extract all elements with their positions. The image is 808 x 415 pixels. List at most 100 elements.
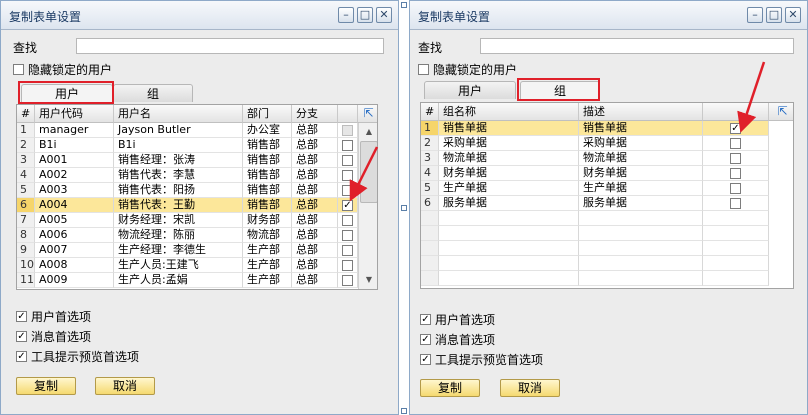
table-row[interactable]: 1 manager Jayson Butler 办公室 总部 (17, 123, 358, 138)
table-row[interactable]: 2 采购单据 采购单据 (421, 136, 769, 151)
table-row[interactable]: 9 A007 生产经理：李德生 生产部 总部 (17, 243, 358, 258)
select-cell[interactable]: ✓ (338, 198, 358, 213)
checkbox[interactable] (418, 64, 429, 75)
select-cell[interactable] (338, 243, 358, 258)
hide-locked-users-checkbox[interactable]: 隐藏锁定的用户 (418, 61, 517, 78)
option-message-preferences-checkbox[interactable]: ✓ 消息首选项 (420, 331, 495, 348)
table-row[interactable]: 10 A008 生产人员:王建飞 生产部 总部 (17, 258, 358, 273)
tab-users[interactable]: 用户 (424, 81, 516, 99)
option-user-preferences-checkbox[interactable]: ✓ 用户首选项 (420, 311, 495, 328)
checkbox[interactable] (13, 64, 24, 75)
checkbox[interactable] (342, 170, 353, 181)
table-row[interactable]: 5 A003 销售代表：阳扬 销售部 总部 (17, 183, 358, 198)
scroll-down-icon[interactable]: ▼ (359, 273, 377, 287)
table-row[interactable]: 11 A009 生产人员:孟娟 生产部 总部 (17, 273, 358, 288)
table-row[interactable]: 1 销售单据 销售单据 ✓ (421, 121, 769, 136)
select-cell[interactable] (703, 181, 769, 196)
table-row[interactable]: 2 B1i B1i 销售部 总部 (17, 138, 358, 153)
column-header-description[interactable]: 描述 (579, 103, 703, 121)
select-cell[interactable] (703, 166, 769, 181)
select-cell[interactable] (338, 153, 358, 168)
checked-checkbox[interactable]: ✓ (16, 311, 27, 322)
minimize-icon[interactable]: – (747, 7, 763, 23)
column-header-user-name[interactable]: 用户名 (114, 105, 243, 123)
select-cell[interactable] (703, 151, 769, 166)
checked-checkbox[interactable]: ✓ (420, 314, 431, 325)
expand-icon[interactable]: ⇱ (362, 107, 375, 120)
close-icon[interactable]: ✕ (785, 7, 801, 23)
minimize-icon[interactable]: – (338, 7, 354, 23)
table-row[interactable]: 6 服务单据 服务单据 (421, 196, 769, 211)
table-row[interactable]: 3 A001 销售经理：张涛 销售部 总部 (17, 153, 358, 168)
column-header-branch[interactable]: 分支 (292, 105, 338, 123)
checked-checkbox[interactable]: ✓ (420, 354, 431, 365)
table-row[interactable]: 7 A005 财务经理：宋凯 财务部 总部 (17, 213, 358, 228)
checkbox[interactable] (342, 215, 353, 226)
resize-handle[interactable] (401, 408, 407, 414)
tab-groups[interactable]: 组 (113, 84, 193, 102)
resize-handle[interactable] (401, 2, 407, 8)
search-input[interactable] (480, 38, 794, 54)
checkbox[interactable] (730, 183, 741, 194)
column-header-department[interactable]: 部门 (243, 105, 292, 123)
hide-locked-users-checkbox[interactable]: 隐藏锁定的用户 (13, 61, 112, 78)
select-cell[interactable] (338, 258, 358, 273)
checkbox[interactable] (342, 140, 353, 151)
select-cell[interactable] (338, 138, 358, 153)
select-cell[interactable] (338, 183, 358, 198)
checked-checkbox[interactable]: ✓ (420, 334, 431, 345)
table-row[interactable]: 8 A006 物流经理：陈丽 物流部 总部 (17, 228, 358, 243)
title-bar[interactable]: 复制表单设置 – □ ✕ (1, 1, 398, 30)
column-header-num[interactable]: # (17, 105, 35, 123)
checked-checkbox[interactable]: ✓ (342, 200, 353, 211)
table-row[interactable]: 4 A002 销售代表：李慧 销售部 总部 (17, 168, 358, 183)
option-tooltip-preview-preferences-checkbox[interactable]: ✓ 工具提示预览首选项 (420, 351, 543, 368)
checked-checkbox[interactable]: ✓ (730, 123, 741, 134)
checkbox[interactable] (342, 275, 353, 286)
table-row[interactable]: 3 物流单据 物流单据 (421, 151, 769, 166)
checkbox[interactable] (730, 153, 741, 164)
scroll-thumb[interactable] (360, 141, 377, 203)
close-icon[interactable]: ✕ (376, 7, 392, 23)
option-user-preferences-checkbox[interactable]: ✓ 用户首选项 (16, 308, 91, 325)
copy-button[interactable]: 复制 (16, 377, 76, 395)
resize-handle[interactable] (401, 205, 407, 211)
select-cell[interactable] (338, 123, 358, 138)
expand-icon[interactable]: ⇱ (776, 105, 789, 118)
select-cell[interactable] (338, 168, 358, 183)
select-cell[interactable] (338, 213, 358, 228)
select-cell[interactable] (338, 273, 358, 288)
select-cell[interactable]: ✓ (703, 121, 769, 136)
select-cell[interactable] (703, 136, 769, 151)
table-row[interactable]: 5 生产单据 生产单据 (421, 181, 769, 196)
maximize-icon[interactable]: □ (766, 7, 782, 23)
column-header-num[interactable]: # (421, 103, 439, 121)
checkbox[interactable] (342, 260, 353, 271)
checkbox[interactable] (342, 230, 353, 241)
search-input[interactable] (76, 38, 384, 54)
select-cell[interactable] (338, 228, 358, 243)
maximize-icon[interactable]: □ (357, 7, 373, 23)
checked-checkbox[interactable]: ✓ (16, 331, 27, 342)
option-tooltip-preview-preferences-checkbox[interactable]: ✓ 工具提示预览首选项 (16, 348, 139, 365)
column-header-group-name[interactable]: 组名称 (439, 103, 579, 121)
title-bar[interactable]: 复制表单设置 – □ ✕ (410, 1, 807, 30)
cancel-button[interactable]: 取消 (500, 379, 560, 397)
column-header-user-code[interactable]: 用户代码 (35, 105, 114, 123)
table-row[interactable]: 4 财务单据 财务单据 (421, 166, 769, 181)
checked-checkbox[interactable]: ✓ (16, 351, 27, 362)
option-message-preferences-checkbox[interactable]: ✓ 消息首选项 (16, 328, 91, 345)
copy-button[interactable]: 复制 (420, 379, 480, 397)
cancel-button[interactable]: 取消 (95, 377, 155, 395)
checkbox[interactable] (730, 138, 741, 149)
select-cell[interactable] (703, 196, 769, 211)
checkbox[interactable] (730, 198, 741, 209)
checkbox[interactable] (342, 185, 353, 196)
vertical-scrollbar[interactable]: ▲ ▼ (358, 123, 377, 289)
checkbox[interactable] (342, 125, 353, 136)
checkbox[interactable] (342, 155, 353, 166)
table-row[interactable]: 6 A004 销售代表：王勤 销售部 总部 ✓ (17, 198, 358, 213)
checkbox[interactable] (730, 168, 741, 179)
checkbox[interactable] (342, 245, 353, 256)
scroll-up-icon[interactable]: ▲ (359, 125, 377, 139)
